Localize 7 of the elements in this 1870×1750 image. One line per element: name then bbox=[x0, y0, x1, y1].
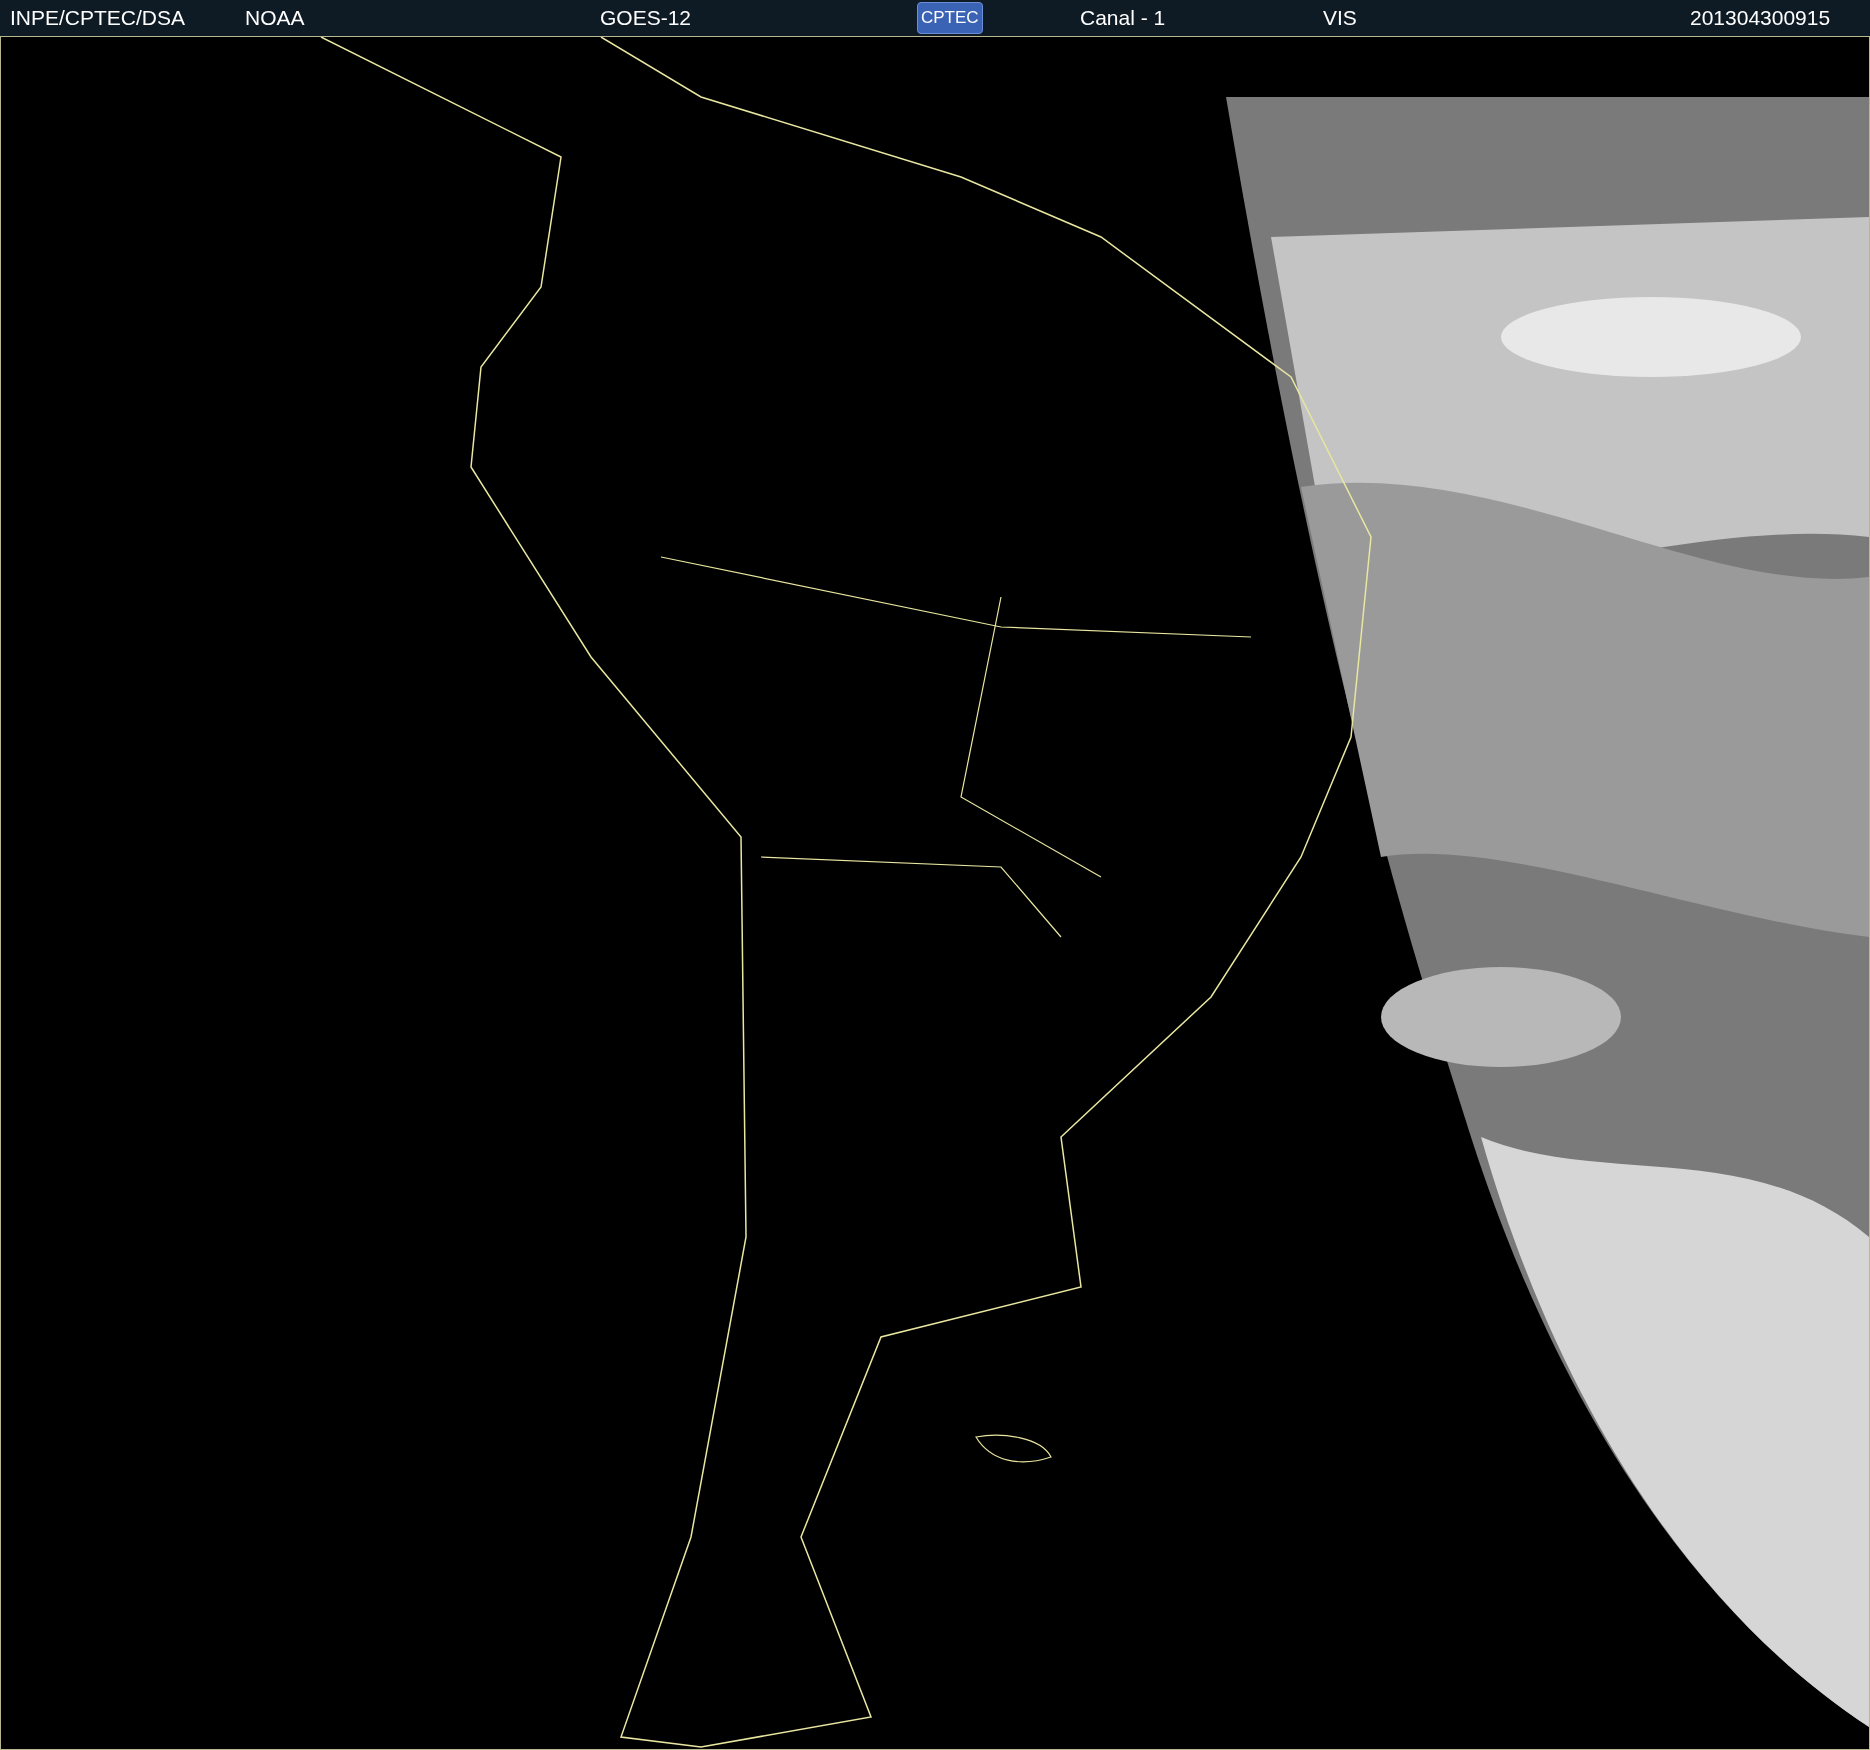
header-label: VIS bbox=[1323, 6, 1357, 30]
header-label: Canal - 1 bbox=[1080, 6, 1166, 30]
logo: CPTEC bbox=[917, 2, 983, 34]
header-label: NOAA bbox=[245, 6, 305, 30]
header-label: 201304300915 bbox=[1690, 6, 1831, 30]
header-label: INPE/CPTEC/DSA bbox=[10, 6, 186, 30]
header-label: GOES-12 bbox=[600, 6, 692, 30]
